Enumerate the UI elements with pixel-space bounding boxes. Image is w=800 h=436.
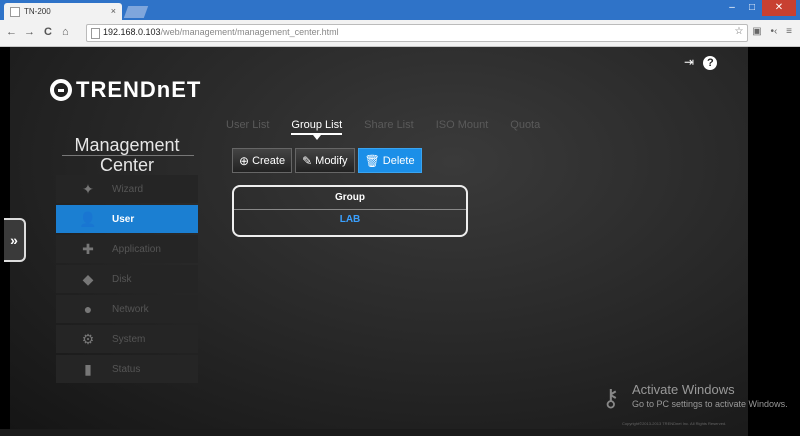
window-controls: – □ ✕ [722, 0, 796, 16]
table-row[interactable]: LAB [234, 210, 466, 230]
action-toolbar: ⊕ Create ✎ Modify 🗑 Delete [232, 148, 425, 173]
tab-title: TN-200 [24, 7, 51, 16]
back-arrow-icon[interactable]: ← [6, 26, 17, 38]
copyright-text: Copyright©2013-2013 TRENDnet Inc. All Ri… [622, 421, 727, 426]
url-host: 192.168.0.103 [103, 27, 161, 37]
gears-icon: ⚙ [81, 330, 95, 347]
sidebar-item-label: Application [112, 243, 161, 255]
tab-group-list[interactable]: Group List [291, 119, 342, 140]
create-button[interactable]: ⊕ Create [232, 148, 293, 173]
delete-button[interactable]: 🗑 Delete [357, 148, 422, 173]
sidebar-item-wizard[interactable]: ✦ Wizard [56, 175, 198, 203]
user-icon: 👤 [79, 210, 97, 227]
minimize-button[interactable]: – [722, 0, 742, 16]
disk-icon: ◆ [82, 270, 94, 287]
delete-label: Delete [382, 154, 415, 167]
sidebar-expand-button[interactable]: » [4, 218, 26, 262]
magic-wand-icon: ✦ [82, 180, 94, 197]
tab-iso-mount[interactable]: ISO Mount [436, 119, 489, 131]
title-divider [62, 155, 194, 156]
sidebar-item-label: System [112, 333, 146, 345]
page-content: TRENDnET ⇥ ? Management Center ✦ Wizard … [0, 47, 800, 436]
create-label: Create [252, 154, 286, 167]
watermark-subtitle: Go to PC settings to activate Windows. [632, 399, 788, 409]
sidebar-item-label: Status [112, 363, 141, 375]
tab-close-icon[interactable]: × [111, 6, 116, 16]
url-text: 192.168.0.103/web/management/management_… [103, 27, 339, 37]
sidebar-item-label: Disk [112, 273, 132, 285]
sidebar: ✦ Wizard 👤 User ✚ Application ◆ Disk ● N… [56, 175, 198, 385]
modify-button[interactable]: ✎ Modify [295, 148, 355, 173]
sidebar-item-system[interactable]: ⚙ System [56, 325, 198, 353]
browser-toolbar: ← → C ⌂ 192.168.0.103/web/management/man… [0, 20, 800, 47]
puzzle-icon: ✚ [82, 240, 94, 257]
forward-arrow-icon[interactable]: → [24, 26, 35, 38]
page-icon [91, 28, 100, 39]
key-icon: ⚷ [602, 385, 620, 412]
trendnet-ring-icon [50, 79, 72, 101]
page-bottom-bar [0, 429, 748, 436]
extension-2-icon[interactable]: •‹ [771, 26, 778, 37]
sidebar-item-network[interactable]: ● Network [56, 295, 198, 323]
group-table: Group LAB [232, 185, 468, 237]
browser-tab[interactable]: TN-200 × [4, 3, 122, 20]
title-line-2: Center [99, 155, 155, 175]
logout-icon[interactable]: ⇥ [682, 55, 696, 69]
sidebar-item-status[interactable]: ▮ Status [56, 355, 198, 383]
network-icon: ● [83, 301, 93, 317]
group-column-header: Group [234, 187, 466, 210]
trash-icon: 🗑 [364, 153, 380, 168]
sidebar-item-disk[interactable]: ◆ Disk [56, 265, 198, 293]
sidebar-item-application[interactable]: ✚ Application [56, 235, 198, 263]
url-path: /web/management/management_center.html [160, 27, 339, 37]
home-icon[interactable]: ⌂ [62, 26, 69, 38]
tab-bar: User List Group List Share List ISO Moun… [226, 119, 562, 140]
sidebar-item-label: User [112, 213, 135, 225]
menu-icon[interactable]: ≡ [786, 26, 792, 37]
toolbar-icons: ☆ ▣ •‹ ≡ [729, 26, 792, 37]
edit-icon: ✎ [302, 153, 313, 168]
sidebar-item-label: Wizard [112, 183, 144, 195]
tab-user-list[interactable]: User List [226, 119, 269, 131]
close-window-button[interactable]: ✕ [762, 0, 796, 16]
bookmark-star-icon[interactable]: ☆ [735, 26, 744, 37]
title-line-1: Management [74, 135, 180, 155]
tab-quota[interactable]: Quota [510, 119, 540, 131]
reload-icon[interactable]: C [44, 26, 52, 38]
address-bar[interactable]: 192.168.0.103/web/management/management_… [86, 24, 748, 42]
extension-icon[interactable]: ▣ [752, 26, 761, 37]
browser-titlebar: TN-200 × – □ ✕ [0, 0, 800, 20]
page-favicon-icon [10, 7, 20, 17]
help-icon[interactable]: ? [703, 56, 718, 70]
management-panel: TRENDnET ⇥ ? Management Center ✦ Wizard … [10, 47, 788, 429]
top-icons: ⇥ ? [682, 55, 721, 70]
maximize-button[interactable]: □ [742, 0, 762, 16]
plus-circle-icon: ⊕ [239, 153, 250, 168]
trendnet-logo: TRENDnET [50, 77, 201, 103]
logo-text: TRENDnET [76, 77, 202, 102]
sidebar-item-user[interactable]: 👤 User [56, 205, 198, 233]
watermark-title: Activate Windows [632, 382, 735, 397]
tab-share-list[interactable]: Share List [364, 119, 414, 131]
sidebar-item-label: Network [112, 303, 149, 315]
new-tab-button[interactable] [123, 6, 149, 18]
bars-icon: ▮ [84, 360, 92, 377]
modify-label: Modify [315, 154, 348, 167]
